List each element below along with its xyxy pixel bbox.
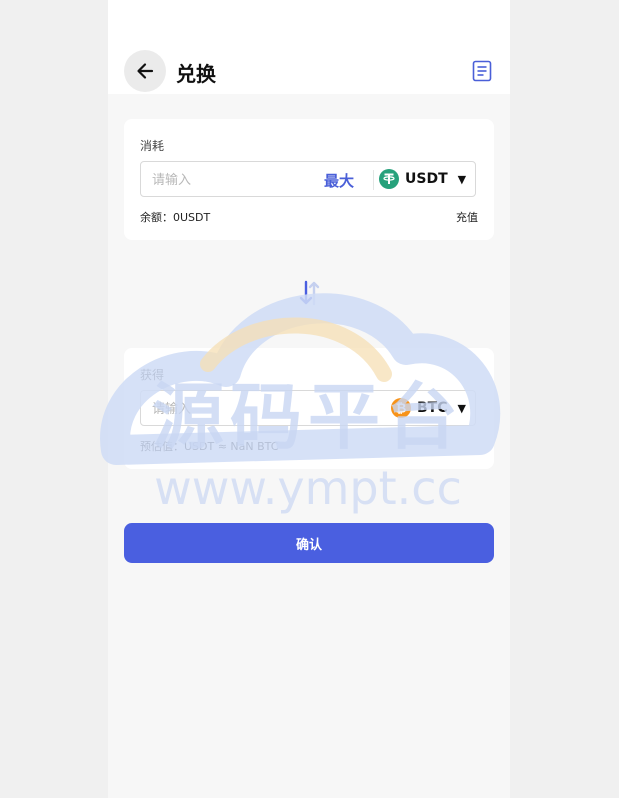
recharge-link[interactable]: 充值 bbox=[456, 209, 478, 225]
arrow-left-icon bbox=[137, 63, 154, 79]
balance-label: 余额： bbox=[140, 211, 173, 224]
receive-coin-select[interactable]: ₿ BTC ▼ bbox=[391, 391, 466, 425]
receive-card: 获得 ₿ BTC ▼ 预估值：USDT ≈ NaN BTC bbox=[124, 348, 494, 469]
receive-amount-input[interactable] bbox=[150, 391, 304, 427]
caret-down-icon: ▼ bbox=[457, 401, 466, 415]
divider bbox=[373, 170, 374, 190]
back-button[interactable] bbox=[124, 50, 166, 92]
app-screen: 兑换 消耗 最大 USDT ▼ bbox=[108, 0, 510, 798]
page-title: 兑换 bbox=[176, 62, 216, 86]
usdt-icon bbox=[379, 169, 399, 189]
header-bar: 兑换 bbox=[108, 0, 510, 94]
max-button[interactable]: 最大 bbox=[324, 170, 354, 191]
estimate-label: 预估值： bbox=[140, 440, 184, 453]
balance-row: 余额：0USDT bbox=[140, 209, 210, 225]
spend-input-box: 最大 USDT ▼ bbox=[140, 161, 476, 198]
receive-label: 获得 bbox=[140, 368, 165, 382]
receive-coin-name: BTC bbox=[417, 400, 448, 416]
receive-input-box: ₿ BTC ▼ bbox=[140, 390, 476, 427]
swap-button[interactable] bbox=[298, 280, 322, 306]
caret-down-icon: ▼ bbox=[457, 172, 467, 186]
btc-icon: ₿ bbox=[391, 398, 411, 418]
estimate-row: 预估值：USDT ≈ NaN BTC bbox=[140, 438, 278, 454]
spend-coin-select[interactable]: USDT ▼ bbox=[379, 162, 466, 196]
estimate-value: USDT ≈ NaN BTC bbox=[184, 440, 279, 453]
spend-amount-input[interactable] bbox=[150, 162, 304, 198]
spend-coin-name: USDT bbox=[405, 171, 448, 187]
balance-value: 0USDT bbox=[173, 211, 211, 224]
swap-vertical-icon bbox=[299, 280, 320, 306]
spend-label: 消耗 bbox=[140, 139, 165, 153]
confirm-button[interactable]: 确认 bbox=[124, 523, 494, 563]
document-list-icon bbox=[472, 60, 492, 82]
svg-text:₿: ₿ bbox=[396, 402, 407, 417]
spend-card: 消耗 最大 USDT ▼ 余额：0USDT 充值 bbox=[124, 119, 494, 240]
history-button[interactable] bbox=[472, 60, 492, 82]
